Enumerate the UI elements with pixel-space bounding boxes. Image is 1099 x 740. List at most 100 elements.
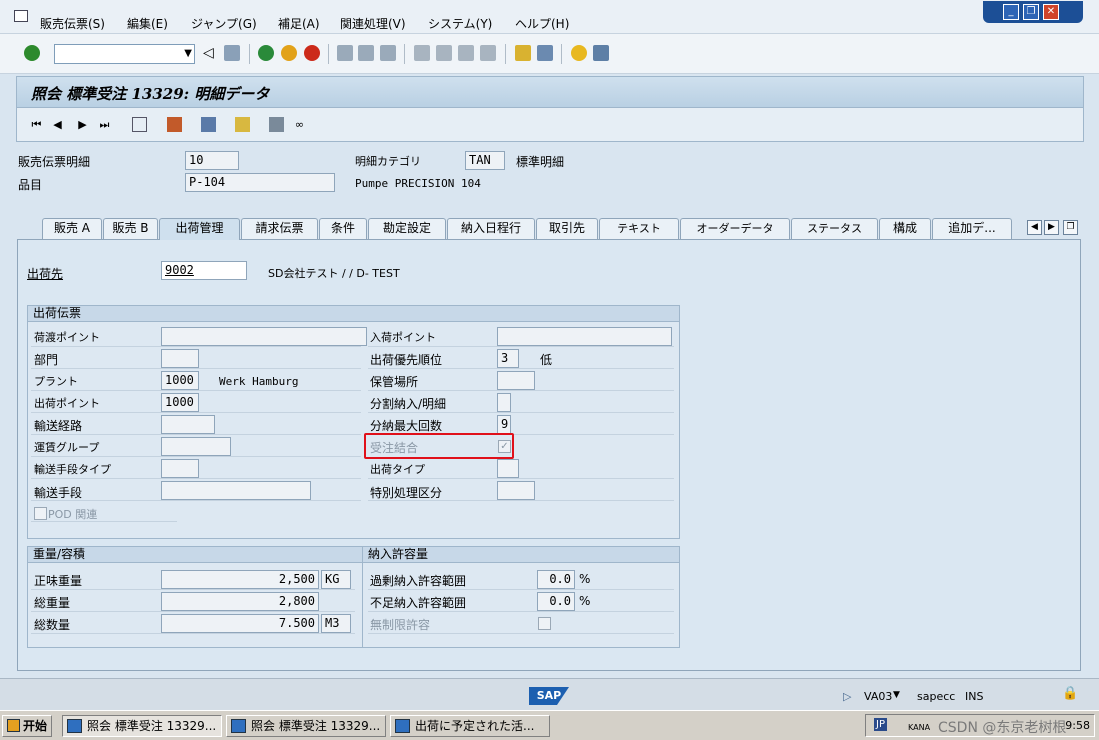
shipping-point-field[interactable]: 1000 (161, 393, 199, 412)
minimize-icon[interactable]: _ (1003, 4, 1019, 20)
ship-to-field[interactable]: 9002 (161, 261, 247, 280)
department-field[interactable] (161, 349, 199, 368)
print-icon[interactable] (337, 45, 353, 61)
status-expand-icon[interactable]: ▷ (843, 690, 851, 703)
under-delivery-tolerance-field[interactable]: 0.0 (537, 592, 575, 611)
menu-help[interactable]: ヘルプ(H) (515, 15, 569, 32)
tab-account-assignment[interactable]: 勘定設定 (368, 218, 446, 239)
over-delivery-tolerance-field[interactable]: 0.0 (537, 570, 575, 589)
back-arrow-icon[interactable]: ◁ (203, 45, 219, 61)
weight-unit-field[interactable]: KG (321, 570, 351, 589)
menu-window-icon[interactable] (14, 10, 28, 22)
back-icon[interactable] (258, 45, 274, 61)
last-page-icon[interactable] (480, 45, 496, 61)
shipping-group-title: 出荷伝票 (28, 306, 679, 322)
row-divider (368, 611, 674, 612)
last-item-icon[interactable]: ⏭ (97, 117, 112, 132)
tab-partners[interactable]: 取引先 (536, 218, 598, 239)
start-button[interactable]: 开始 (2, 715, 52, 737)
status-bar: SAP ▷ VA03 ▼ sapecc INS 🔒 (0, 678, 1099, 710)
exit-icon[interactable] (281, 45, 297, 61)
route-field[interactable] (161, 415, 215, 434)
previous-page-icon[interactable] (436, 45, 452, 61)
ime-mode[interactable]: KANA (908, 723, 930, 732)
find-next-icon[interactable] (380, 45, 396, 61)
sap-window-icon (67, 719, 82, 733)
volume-unit-field[interactable]: M3 (321, 614, 351, 633)
taskbar-item[interactable]: 出荷に予定された活... (390, 715, 550, 737)
overview-icon[interactable] (132, 117, 147, 132)
menu-goto[interactable]: ジャンプ(G) (191, 15, 257, 32)
net-weight-label: 正味重量 (34, 574, 83, 588)
close-icon[interactable]: ✕ (1043, 4, 1059, 20)
tab-order-data[interactable]: オーダーデータ (680, 218, 790, 239)
tab-texts[interactable]: テキスト (599, 218, 679, 239)
window-controls: _ ❐ ✕ (983, 1, 1083, 23)
language-indicator[interactable]: JP (874, 718, 887, 731)
transport-type-field[interactable] (161, 459, 199, 478)
tab-shipping[interactable]: 出荷管理 (159, 218, 240, 240)
menu-sales-document[interactable]: 販売伝票(S) (40, 15, 105, 32)
tab-conditions[interactable]: 条件 (319, 218, 367, 239)
storage-location-field[interactable] (497, 371, 535, 390)
previous-item-icon[interactable]: ◀ (50, 117, 65, 132)
enter-icon[interactable] (24, 45, 40, 61)
tab-additional-data[interactable]: 追加デ... (932, 218, 1012, 239)
loading-point-field[interactable] (161, 327, 367, 346)
pod-relevant-checkbox[interactable] (34, 507, 47, 520)
tab-schedule-lines[interactable]: 納入日程行 (447, 218, 535, 239)
max-partial-deliveries-field[interactable]: 9 (497, 415, 511, 434)
tab-structure[interactable]: 構成 (879, 218, 931, 239)
session-dropdown-icon[interactable]: ▼ (893, 690, 900, 700)
freight-group-field[interactable] (161, 437, 231, 456)
command-field[interactable]: ▼ (54, 44, 195, 64)
item-field[interactable]: 10 (185, 151, 239, 170)
row-divider (31, 456, 361, 457)
next-page-icon[interactable] (458, 45, 474, 61)
tab-status[interactable]: ステータス (791, 218, 878, 239)
special-processing-field[interactable] (497, 481, 535, 500)
find-icon[interactable] (358, 45, 374, 61)
tab-sales-a[interactable]: 販売 A (42, 218, 102, 239)
menu-edit[interactable]: 編集(E) (127, 15, 168, 32)
restore-icon[interactable]: ❐ (1023, 4, 1039, 20)
menu-system[interactable]: システム(Y) (428, 15, 492, 32)
tab-billing[interactable]: 請求伝票 (241, 218, 318, 239)
calculator-icon[interactable] (269, 117, 284, 132)
material-field[interactable]: P-104 (185, 173, 335, 192)
header-icon[interactable] (167, 117, 182, 132)
first-page-icon[interactable] (414, 45, 430, 61)
taskbar-item[interactable]: 照会 標準受注 13329... (226, 715, 386, 737)
menu-extras[interactable]: 補足(A) (278, 15, 320, 32)
unloading-point-field[interactable] (497, 327, 672, 346)
menu-environment[interactable]: 関連処理(V) (340, 15, 406, 32)
chevron-down-icon[interactable]: ▼ (184, 48, 192, 59)
volume-label: 総数量 (34, 618, 71, 632)
layout-menu-icon[interactable] (593, 45, 609, 61)
create-session-icon[interactable] (515, 45, 531, 61)
delivery-type-field[interactable] (497, 459, 519, 478)
tab-scroll-right-icon[interactable]: ▶ (1044, 220, 1059, 235)
means-of-transport-field[interactable] (161, 481, 311, 500)
volume-field[interactable]: 7.500 (161, 614, 319, 633)
net-weight-field[interactable]: 2,500 (161, 570, 319, 589)
taskbar-item[interactable]: 照会 標準受注 13329... (62, 715, 222, 737)
plant-field[interactable]: 1000 (161, 371, 199, 390)
help-icon[interactable] (571, 45, 587, 61)
delivery-priority-field[interactable]: 3 (497, 349, 519, 368)
unlimited-tolerance-checkbox[interactable] (538, 617, 551, 630)
partial-delivery-field[interactable] (497, 393, 511, 412)
edit-icon[interactable] (235, 117, 250, 132)
tab-list-icon[interactable]: ❐ (1063, 220, 1078, 235)
save-icon[interactable] (224, 45, 240, 61)
glasses-icon[interactable]: ∞ (292, 117, 307, 132)
tab-scroll-left-icon[interactable]: ◀ (1027, 220, 1042, 235)
shortcut-icon[interactable] (537, 45, 553, 61)
gross-weight-field[interactable]: 2,800 (161, 592, 319, 611)
cancel-icon[interactable] (304, 45, 320, 61)
next-item-icon[interactable]: ▶ (75, 117, 90, 132)
display-document-flow-icon[interactable] (201, 117, 216, 132)
item-category-field[interactable]: TAN (465, 151, 505, 170)
tab-sales-b[interactable]: 販売 B (103, 218, 158, 239)
first-item-icon[interactable]: ⏮ (29, 117, 44, 132)
